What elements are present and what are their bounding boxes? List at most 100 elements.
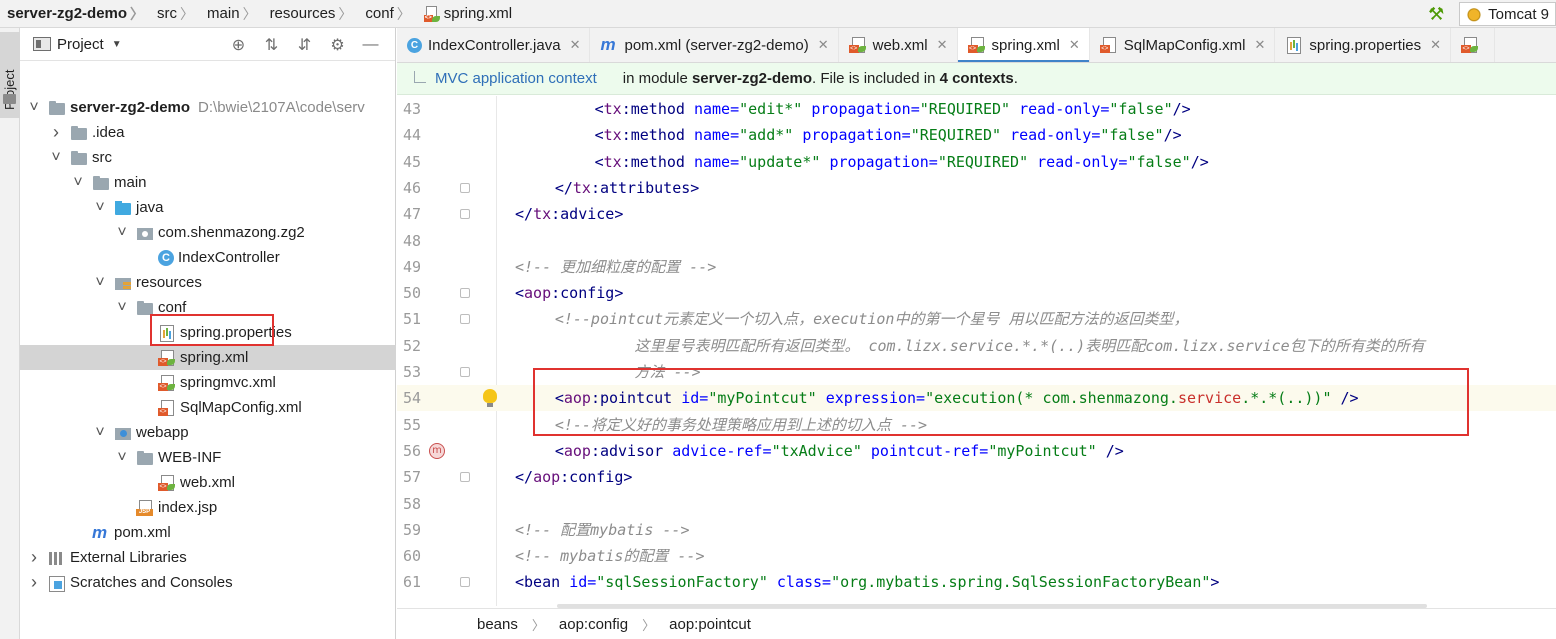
breadcrumb-item[interactable]: server-zg2-demo 〉: [0, 0, 150, 28]
editor-tab[interactable]: web.xml ✕: [839, 28, 958, 62]
chevron-down-icon[interactable]: ˅: [94, 274, 106, 292]
tree-item[interactable]: › External Libraries: [20, 545, 396, 570]
chevron-down-icon[interactable]: ▼: [112, 39, 122, 50]
tree-item[interactable]: ›web.xml: [20, 470, 396, 495]
expand-all-icon[interactable]: ⇅: [255, 28, 288, 61]
close-icon[interactable]: ✕: [818, 37, 829, 53]
code-breadcrumb-item[interactable]: aop:config 〉: [559, 615, 663, 634]
close-icon[interactable]: ✕: [1430, 37, 1441, 53]
navigate-gutter-icon[interactable]: m: [429, 442, 445, 459]
code-line[interactable]: 47 </tx:advice>: [397, 201, 1556, 227]
editor-tab[interactable]: m pom.xml (server-zg2-demo) ✕: [590, 28, 839, 62]
breadcrumb-item[interactable]: main 〉: [200, 0, 263, 28]
tree-item[interactable]: ›mpom.xml: [20, 520, 396, 545]
tree-item[interactable]: ›index.jsp: [20, 495, 396, 520]
target-icon[interactable]: ⊕: [222, 28, 255, 61]
chevron-right-icon[interactable]: ›: [28, 547, 40, 568]
chevron-down-icon[interactable]: ˅: [28, 99, 40, 117]
tree-item[interactable]: ›SqlMapConfig.xml: [20, 395, 396, 420]
tree-item[interactable]: ˅ conf: [20, 295, 396, 320]
code-line[interactable]: 57 </aop:config>: [397, 464, 1556, 490]
editor-tab[interactable]: spring.properties ✕: [1275, 28, 1452, 62]
tree-item[interactable]: ›spring.properties: [20, 320, 396, 345]
collapse-all-icon[interactable]: ⇵: [288, 28, 321, 61]
chevron-right-icon[interactable]: ›: [28, 572, 40, 593]
more-tabs-xml-icon[interactable]: [1451, 28, 1496, 62]
fold-marker-icon[interactable]: [460, 314, 470, 325]
class-icon: C: [158, 249, 174, 266]
code-text: <!-- 配置mybatis -->: [515, 517, 690, 543]
tree-item[interactable]: › .idea: [20, 120, 396, 145]
breadcrumb-item[interactable]: src 〉: [150, 0, 200, 28]
chevron-right-icon[interactable]: ›: [50, 122, 62, 143]
fold-marker-icon[interactable]: [460, 472, 470, 483]
breadcrumb-item[interactable]: conf 〉: [358, 0, 416, 28]
fold-marker-icon[interactable]: [460, 209, 470, 220]
close-icon[interactable]: ✕: [937, 37, 948, 53]
tree-item[interactable]: ›springmvc.xml: [20, 370, 396, 395]
chevron-down-icon[interactable]: ˅: [72, 174, 84, 192]
mvc-context-link[interactable]: MVC application context: [414, 70, 597, 87]
tree-item[interactable]: ˅ com.shenmazong.zg2: [20, 220, 396, 245]
code-line[interactable]: 61 <bean id="sqlSessionFactory" class="or…: [397, 569, 1556, 595]
chevron-down-icon[interactable]: ˅: [116, 299, 128, 317]
fold-marker-icon[interactable]: [460, 577, 470, 588]
fold-marker-icon[interactable]: [460, 288, 470, 299]
close-icon[interactable]: ✕: [570, 37, 581, 53]
code-line[interactable]: 53 方法 -->: [397, 359, 1556, 385]
code-line[interactable]: 54 <aop:pointcut id="myPointcut" expressi…: [397, 385, 1556, 412]
tree-item[interactable]: ˅ server-zg2-demo D:\bwie\2107A\code\serv: [20, 95, 396, 120]
code-line[interactable]: 51 <!--pointcut元素定义一个切入点，execution中的第一个星号…: [397, 306, 1556, 332]
tree-item[interactable]: ˅ resources: [20, 270, 396, 295]
code-line[interactable]: 45 <tx:method name="update*" propagation=…: [397, 149, 1556, 175]
code-editor[interactable]: 43 <tx:method name="edit*" propagation="R…: [397, 96, 1556, 606]
tree-item[interactable]: ˅ src: [20, 145, 396, 170]
code-line[interactable]: 52 这里星号表明匹配所有返回类型。 com.lizx.service.*.*(.…: [397, 333, 1556, 359]
minimize-icon[interactable]: —: [354, 28, 387, 61]
tree-item[interactable]: ˅ webapp: [20, 420, 396, 445]
intention-bulb-icon[interactable]: [483, 389, 497, 408]
tree-item[interactable]: ›CIndexController: [20, 245, 396, 270]
code-line[interactable]: 56 m <aop:advisor advice-ref="txAdvice" po…: [397, 438, 1556, 464]
scratches-icon: [48, 575, 66, 592]
run-configuration-selector[interactable]: Tomcat 9: [1459, 2, 1556, 26]
code-breadcrumb-item[interactable]: beans 〉: [477, 615, 553, 634]
code-breadcrumb-item[interactable]: aop:pointcut: [669, 616, 759, 633]
editor-tab[interactable]: SqlMapConfig.xml ✕: [1090, 28, 1276, 62]
project-view-title[interactable]: Project: [57, 36, 104, 53]
close-icon[interactable]: ✕: [1255, 37, 1266, 53]
code-line[interactable]: 43 <tx:method name="edit*" propagation="R…: [397, 96, 1556, 122]
code-line[interactable]: 58: [397, 491, 1556, 517]
tree-item[interactable]: ›spring.xml: [20, 345, 396, 370]
code-line[interactable]: 59 <!-- 配置mybatis -->: [397, 517, 1556, 543]
breadcrumb-item[interactable]: <> spring.xml: [417, 0, 518, 28]
code-line[interactable]: 50 <aop:config>: [397, 280, 1556, 306]
tree-item[interactable]: ˅ main: [20, 170, 396, 195]
fold-marker-icon[interactable]: [460, 182, 470, 193]
code-token: />: [1163, 126, 1182, 145]
chevron-down-icon[interactable]: ˅: [94, 424, 106, 442]
code-line[interactable]: 60 <!-- mybatis的配置 -->: [397, 543, 1556, 569]
project-tool-window-tab[interactable]: Project: [0, 32, 20, 118]
tree-item[interactable]: › Scratches and Consoles: [20, 570, 396, 595]
gear-icon[interactable]: ⚙: [321, 28, 354, 61]
context-info-text: in module server-zg2-demo. File is inclu…: [622, 70, 1018, 87]
chevron-down-icon[interactable]: ˅: [50, 149, 62, 167]
close-icon[interactable]: ✕: [1069, 37, 1080, 53]
code-line[interactable]: 44 <tx:method name="add*" propagation="RE…: [397, 122, 1556, 148]
chevron-down-icon[interactable]: ˅: [116, 449, 128, 467]
editor-tab[interactable]: spring.xml ✕: [957, 28, 1090, 62]
fold-marker-icon[interactable]: [460, 367, 470, 377]
editor-tab[interactable]: C IndexController.java ✕: [397, 28, 591, 62]
code-line[interactable]: 49 <!-- 更加细粒度的配置 -->: [397, 254, 1556, 280]
tree-item-label: index.jsp: [158, 499, 218, 516]
build-hammer-icon[interactable]: ⚒: [1421, 0, 1451, 28]
breadcrumb-item[interactable]: resources 〉: [263, 0, 359, 28]
code-line[interactable]: 46 </tx:attributes>: [397, 175, 1556, 201]
code-line[interactable]: 55 <!--将定义好的事务处理策略应用到上述的切入点 -->: [397, 412, 1556, 438]
tree-item[interactable]: ˅ java: [20, 195, 396, 220]
chevron-down-icon[interactable]: ˅: [94, 199, 106, 217]
tree-item[interactable]: ˅ WEB-INF: [20, 445, 396, 470]
chevron-down-icon[interactable]: ˅: [116, 224, 128, 242]
code-line[interactable]: 48: [397, 228, 1556, 254]
